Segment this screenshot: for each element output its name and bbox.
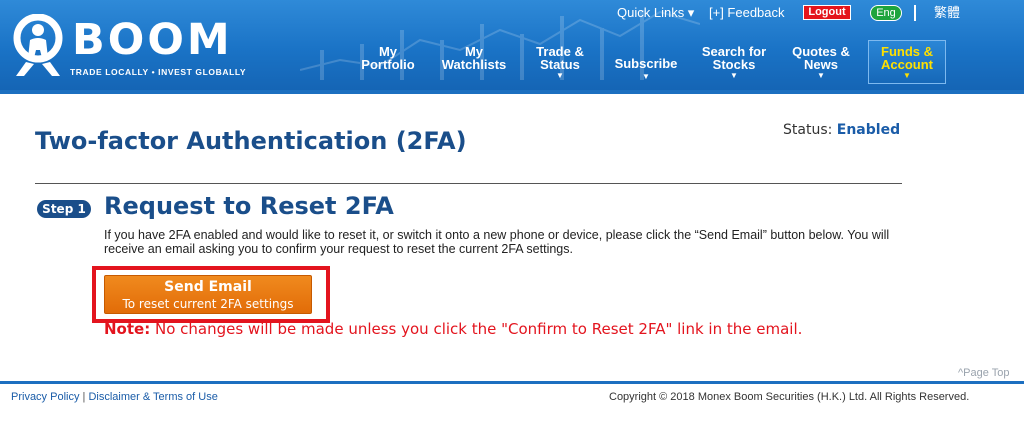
privacy-policy-link[interactable]: Privacy Policy [11, 391, 79, 403]
language-traditional-chinese-link[interactable]: 繁體 [934, 4, 960, 22]
chevron-down-icon: ▼ [817, 71, 825, 80]
page-title: Two-factor Authentication (2FA) [35, 127, 467, 155]
status-value: Enabled [836, 122, 901, 138]
nav-label-line2: Portfolio [361, 57, 415, 72]
footer-links: Privacy Policy | Disclaimer & Terms of U… [11, 391, 218, 403]
footer-link-separator: | [82, 391, 86, 403]
disclaimer-terms-link[interactable]: Disclaimer & Terms of Use [88, 391, 217, 403]
nav-my-watchlists[interactable]: My Watchlists [438, 45, 510, 87]
nav-search-for-stocks[interactable]: Search for Stocks ▼ [696, 45, 772, 87]
nav-quotes-news[interactable]: Quotes & News ▼ [787, 45, 855, 87]
language-divider [914, 5, 916, 21]
section-divider [35, 183, 902, 184]
site-header: BOOM TRADE LOCALLY • INVEST GLOBALLY Qui… [0, 0, 1024, 90]
nav-label-line2: Account [881, 57, 933, 72]
page-top-link[interactable]: ^Page Top [958, 367, 1009, 379]
quick-links-menu[interactable]: Quick Links ▾ [617, 4, 694, 22]
send-email-button[interactable]: Send Email To reset current 2FA settings [104, 275, 312, 314]
step-title: Request to Reset 2FA [104, 192, 394, 220]
status-indicator: Status: Enabled [783, 122, 900, 138]
reset-note: Note: No changes will be made unless you… [104, 320, 802, 338]
note-text: No changes will be made unless you click… [154, 320, 803, 338]
step-badge: Step 1 [37, 200, 91, 218]
top-links-bar: Quick Links ▾ [+] Feedback Logout Eng 繁體 [0, 3, 1024, 23]
chevron-down-icon: ▼ [730, 71, 738, 80]
nav-trade-status[interactable]: Trade & Status ▼ [528, 45, 592, 87]
nav-label-line2: News [804, 57, 838, 72]
footer-rule [0, 381, 1024, 384]
nav-my-portfolio[interactable]: My Portfolio [356, 45, 420, 87]
language-english-button[interactable]: Eng [870, 5, 902, 21]
nav-label-line2: Status [540, 57, 580, 72]
nav-label-line2: Watchlists [441, 57, 507, 72]
status-label: Status: [783, 122, 833, 138]
copyright-text: Copyright © 2018 Monex Boom Securities (… [609, 391, 970, 403]
main-nav: My Portfolio My Watchlists Trade & Statu… [0, 40, 1024, 88]
step-description: If you have 2FA enabled and would like t… [104, 228, 890, 256]
header-bottom-rule [0, 90, 1024, 94]
send-email-label: Send Email [164, 279, 252, 295]
chevron-down-icon: ▼ [903, 71, 911, 80]
feedback-link[interactable]: [+] Feedback [709, 4, 785, 22]
nav-label-line1: Subscribe [614, 56, 678, 71]
send-email-sublabel: To reset current 2FA settings [122, 297, 294, 311]
nav-label-line2: Stocks [712, 57, 756, 72]
chevron-down-icon: ▼ [556, 71, 564, 80]
nav-subscribe[interactable]: Subscribe ▼ [610, 45, 682, 87]
nav-funds-account[interactable]: Funds & Account ▼ [868, 40, 946, 84]
logout-button[interactable]: Logout [803, 5, 851, 20]
chevron-down-icon: ▼ [642, 72, 650, 81]
note-label: Note: [104, 320, 151, 338]
